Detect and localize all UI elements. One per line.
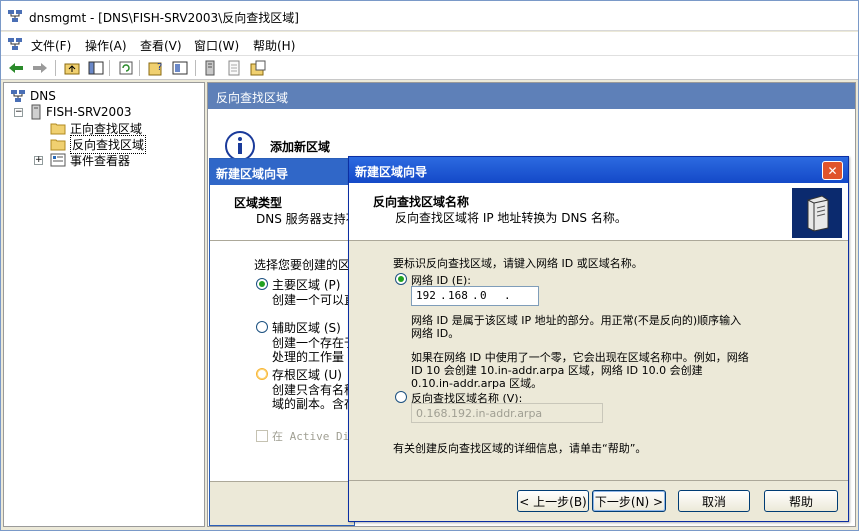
tree-label-server: FISH-SRV2003 — [46, 105, 132, 119]
tree-node-reverse-zone[interactable]: 反向查找区域 — [50, 134, 147, 154]
toolbar: ? — [1, 56, 858, 80]
dns-app-icon — [7, 8, 23, 24]
zone-name-input[interactable]: 0.168.192.in-addr.arpa — [411, 403, 603, 423]
tree-node-event-viewer[interactable]: 事件查看器 — [50, 152, 130, 168]
toolbar-separator — [109, 60, 110, 76]
up-folder-icon[interactable] — [63, 59, 81, 77]
help-note: 有关创建反向查找区域的详细信息，请单击“帮助”。 — [393, 442, 647, 455]
reverse-zone-name-title: 反向查找区域名称 — [373, 195, 470, 209]
tree-node-server[interactable]: FISH-SRV2003 — [30, 104, 131, 120]
app-window: dnsmgmt - [DNS\FISH-SRV2003\反向查找区域] 文件(F… — [0, 0, 859, 531]
tree-label-dns: DNS — [30, 89, 56, 103]
ip-octet-2[interactable]: 168 — [448, 289, 468, 302]
console-icon[interactable] — [171, 59, 189, 77]
menu-bar: 文件(F) 操作(A) 查看(V) 窗口(W) 帮助(H) — [1, 32, 858, 56]
wizard-front-titlebar[interactable]: 新建区域向导 ✕ — [349, 157, 848, 183]
zero-note: 0.10.in-addr.arpa 区域。 — [411, 377, 543, 390]
collapse-toggle[interactable]: − — [14, 108, 23, 117]
dns-node-icon — [11, 90, 25, 102]
menu-help[interactable]: 帮助(H) — [253, 37, 295, 54]
window-title: dnsmgmt - [DNS\FISH-SRV2003\反向查找区域] — [29, 11, 299, 25]
wizard-back-title[interactable]: 新建区域向导 — [210, 159, 354, 185]
wizard-back-dialog: 新建区域向导 区域类型 DNS 服务器支持不 选择您要创建的区 主要区域 (P)… — [209, 158, 355, 526]
intro-text: 要标识反向查找区域，请键入网络 ID 或区域名称。 — [393, 257, 643, 270]
toolbar-separator — [195, 60, 196, 76]
expand-toggle[interactable]: + — [34, 156, 43, 165]
tree-label-event-viewer: 事件查看器 — [70, 153, 131, 168]
wizard-back-body: 选择您要创建的区 主要区域 (P) 创建一个可以直 辅助区域 (S) 创建一个存… — [210, 241, 354, 482]
console-tree: DNS − FISH-SRV2003 正向查找区域 反向查找区域 + 事件查看器 — [3, 82, 205, 527]
stub-zone-desc: 域的副本。含存 — [272, 397, 354, 411]
zone-type-title: 区域类型 — [234, 196, 283, 210]
ip-octet-1[interactable]: 192 — [416, 289, 436, 302]
reverse-zone-name-desc: 反向查找区域将 IP 地址转换为 DNS 名称。 — [395, 211, 627, 225]
secondary-zone-desc: 处理的工作量 — [272, 350, 345, 364]
add-zone-heading: 添加新区域 — [270, 140, 331, 154]
menu-file[interactable]: 文件(F) — [31, 37, 71, 54]
svg-text:?: ? — [157, 62, 162, 73]
ip-dot: . — [472, 289, 479, 302]
toolbar-separator — [55, 60, 56, 76]
document-icon[interactable] — [225, 59, 243, 77]
back-button[interactable]: < 上一步(B) — [517, 490, 589, 512]
folder-icon — [50, 139, 66, 151]
network-id-input[interactable]: 192 . 168 . 0 . — [411, 286, 539, 306]
show-tree-icon[interactable] — [87, 59, 105, 77]
next-button[interactable]: 下一步(N) > — [592, 490, 666, 512]
network-id-radio[interactable] — [395, 273, 407, 285]
refresh-icon[interactable] — [117, 59, 135, 77]
zone-type-desc: DNS 服务器支持不 — [256, 212, 352, 226]
active-directory-label: 在 Active Dir — [272, 430, 354, 443]
folder-icon — [50, 123, 66, 135]
forward-arrow-icon[interactable] — [31, 59, 49, 77]
ip-octet-3[interactable]: 0 — [480, 289, 487, 302]
cancel-button[interactable]: 取消 — [678, 490, 750, 512]
back-arrow-icon[interactable] — [7, 59, 25, 77]
system-menu-icon[interactable] — [7, 36, 23, 52]
primary-zone-desc: 创建一个可以直 — [272, 293, 354, 307]
network-id-desc: 网络 ID 是属于该区域 IP 地址的部分。用正常(不是反向的)顺序输入 — [411, 314, 742, 327]
zone-type-prompt: 选择您要创建的区 — [254, 258, 351, 272]
close-icon[interactable]: ✕ — [822, 161, 843, 180]
wizard-back-header: 区域类型 DNS 服务器支持不 — [210, 185, 354, 241]
stub-zone-radio[interactable] — [256, 368, 268, 380]
primary-zone-radio[interactable] — [256, 278, 268, 290]
menu-window[interactable]: 窗口(W) — [194, 37, 239, 54]
help-icon[interactable]: ? — [147, 59, 165, 77]
server-node-icon — [31, 104, 41, 120]
properties-icon[interactable] — [249, 59, 267, 77]
menu-view[interactable]: 查看(V) — [140, 37, 182, 54]
secondary-zone-radio[interactable] — [256, 321, 268, 333]
zone-name-radio[interactable] — [395, 391, 407, 403]
wizard-front-title: 新建区域向导 — [355, 165, 428, 179]
help-button[interactable]: 帮助 — [764, 490, 838, 512]
active-directory-checkbox[interactable] — [256, 430, 268, 442]
wizard-back-footer — [210, 482, 354, 525]
event-viewer-icon — [50, 153, 66, 167]
details-header: 反向查找区域 — [208, 83, 855, 109]
ip-dot: . — [440, 289, 447, 302]
server-icon[interactable] — [201, 59, 219, 77]
wizard-front-body: 要标识反向查找区域，请键入网络 ID 或区域名称。 网络 ID (E): 192… — [349, 241, 848, 481]
menu-action[interactable]: 操作(A) — [85, 37, 127, 54]
server-wizard-icon — [792, 188, 842, 238]
tree-node-dns[interactable]: DNS — [10, 88, 56, 104]
toolbar-separator — [139, 60, 140, 76]
network-id-desc: 网络 ID。 — [411, 327, 460, 340]
ip-dot: . — [504, 289, 511, 302]
title-bar[interactable]: dnsmgmt - [DNS\FISH-SRV2003\反向查找区域] — [1, 1, 858, 31]
wizard-front-header: 反向查找区域名称 反向查找区域将 IP 地址转换为 DNS 名称。 — [349, 183, 848, 241]
wizard-front-dialog: 新建区域向导 ✕ 反向查找区域名称 反向查找区域将 IP 地址转换为 DNS 名… — [348, 156, 849, 522]
